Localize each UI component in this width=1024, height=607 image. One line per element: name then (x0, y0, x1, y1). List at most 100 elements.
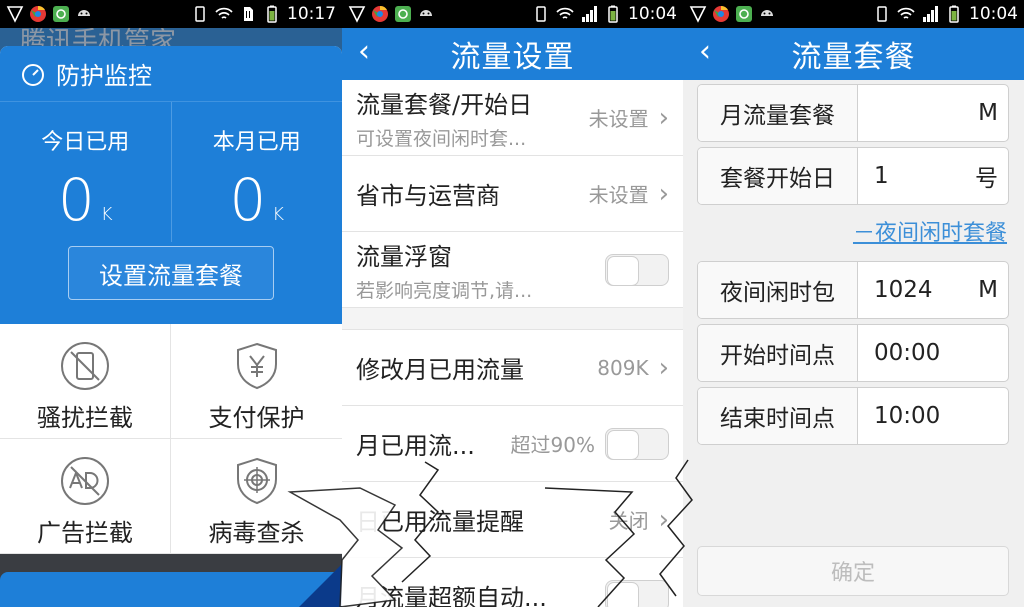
start-time-input[interactable]: 00:00 (874, 340, 998, 366)
yen-shield-icon (236, 342, 277, 390)
signal-icon (582, 6, 597, 22)
row-title: 流量浮窗 (356, 242, 452, 271)
usage-header: 防护监控 今日已用 0K 本月已用 0K 设置流量套餐 (0, 46, 342, 324)
row-floating-window[interactable]: 流量浮窗 若影响亮度调节,请... (342, 232, 683, 308)
row-title: 流量套餐/开始日 (356, 90, 533, 119)
chevron-right-icon: › (658, 178, 669, 209)
chevron-right-icon: › (658, 352, 669, 383)
month-usage-value: 0 (229, 166, 267, 234)
back-chevron-icon[interactable]: ‹ (699, 34, 711, 69)
shield-app-icon (6, 6, 24, 23)
monitor-title-bar[interactable]: 防护监控 (0, 46, 342, 102)
status-bar: 10:04 (683, 0, 1024, 28)
panel-traffic-plan: 10:04 ‹ 流量套餐 月流量套餐 M 套餐开始日 1号 －夜间闲时套餐 夜间… (683, 0, 1024, 607)
title-bar: ‹ 流量设置 (342, 28, 683, 80)
field-night-package[interactable]: 夜间闲时包 1024 M (697, 261, 1009, 319)
row-value: 未设置 (588, 107, 649, 131)
night-package-input[interactable]: 1024 (874, 277, 978, 303)
tile-label: 病毒查杀 (208, 519, 305, 547)
row-value: 809K (597, 355, 649, 380)
chevron-right-icon: › (658, 504, 669, 535)
row-title: 修改月已用流量 (356, 356, 524, 384)
tile-virus-scan[interactable]: 病毒查杀 (171, 439, 342, 554)
row-plan-start-day[interactable]: 流量套餐/开始日 可设置夜间闲时套... 未设置 › (342, 80, 683, 156)
field-label: 开始时间点 (698, 325, 858, 381)
shield-app-icon (348, 6, 366, 23)
section-gap (342, 308, 683, 330)
tile-harassment-block[interactable]: 骚扰拦截 (0, 324, 171, 439)
today-usage-label: 今日已用 (41, 130, 130, 155)
status-time: 10:04 (628, 4, 677, 24)
panel-traffic-settings: 10:04 ‹ 流量设置 流量套餐/开始日 可设置夜间闲时套... 未设置 › … (342, 0, 683, 607)
speedometer-icon (22, 63, 44, 86)
field-unit: M (978, 100, 998, 126)
field-end-time[interactable]: 结束时间点 10:00 (697, 387, 1009, 445)
row-value: 关闭 (608, 509, 649, 533)
panel-protection: 10:17 腾讯手机管家 防护监控 今日已用 0K 本月已用 0 K 设置流量套… (0, 0, 342, 607)
chrome-icon (372, 5, 388, 22)
android-icon (761, 10, 773, 16)
tile-payment-protect[interactable]: 支付保护 (171, 324, 342, 439)
tile-label: 支付保护 (208, 404, 305, 432)
monitor-title: 防护监控 (56, 62, 152, 90)
row-edit-monthly-usage[interactable]: 修改月已用流量 809K › (342, 330, 683, 406)
row-title: 月流量超额自动... (356, 584, 547, 607)
no-sim-icon (244, 7, 253, 21)
status-time: 10:04 (969, 4, 1018, 24)
field-start-time[interactable]: 开始时间点 00:00 (697, 324, 1009, 382)
wifi-icon (897, 7, 915, 19)
row-monthly-alert[interactable]: 月已用流... 超过90% (342, 406, 683, 482)
field-label: 套餐开始日 (698, 148, 858, 204)
today-usage-value: 0 (57, 166, 95, 234)
field-unit: 号 (975, 166, 998, 192)
row-daily-alert[interactable]: 日已用流量提醒 关闭 › (342, 482, 683, 558)
confirm-button[interactable]: 确定 (697, 546, 1009, 596)
row-title: 省市与运营商 (356, 182, 500, 210)
floating-window-toggle[interactable] (605, 253, 669, 286)
row-auto-over-limit[interactable]: 月流量超额自动... (342, 558, 683, 607)
battery-icon (949, 5, 959, 23)
chevron-right-icon: › (658, 102, 669, 133)
row-title: 日已用流量提醒 (356, 508, 524, 536)
month-usage: 本月已用 0K (170, 102, 343, 242)
signal-icon (923, 6, 938, 22)
status-bar: 10:17 (0, 0, 342, 28)
tile-label: 广告拦截 (37, 519, 133, 547)
wifi-icon (215, 7, 233, 19)
chrome-icon (713, 5, 729, 22)
row-subtitle: 可设置夜间闲时套... (356, 127, 527, 150)
tile-ad-block[interactable]: 广告拦截 (0, 439, 171, 554)
phone-block-icon (61, 342, 109, 390)
night-plan-link[interactable]: －夜间闲时套餐 (697, 215, 1009, 247)
month-usage-unit: K (272, 204, 285, 225)
vibrate-icon (195, 6, 205, 22)
field-monthly-plan[interactable]: 月流量套餐 M (697, 84, 1009, 142)
vibrate-icon (877, 6, 887, 22)
today-usage-unit: K (100, 204, 113, 225)
vibrate-icon (536, 6, 546, 22)
field-label: 月流量套餐 (698, 85, 858, 141)
start-day-input[interactable]: 1 (874, 163, 975, 189)
android-icon (420, 10, 432, 16)
field-plan-start-day[interactable]: 套餐开始日 1号 (697, 147, 1009, 205)
row-province-carrier[interactable]: 省市与运营商 未设置 › (342, 156, 683, 232)
auto-over-limit-toggle[interactable] (605, 579, 669, 607)
month-usage-label: 本月已用 (212, 130, 301, 155)
back-chevron-icon[interactable]: ‹ (358, 34, 370, 69)
setup-plan-button[interactable]: 设置流量套餐 (68, 246, 274, 300)
field-label: 结束时间点 (698, 388, 858, 444)
status-time: 10:17 (287, 4, 336, 24)
ad-block-icon (61, 457, 109, 505)
battery-icon (267, 5, 277, 23)
plan-form: 月流量套餐 M 套餐开始日 1号 －夜间闲时套餐 夜间闲时包 1024 M 开始时… (697, 84, 1009, 450)
security-icon (53, 6, 69, 22)
monthly-alert-toggle[interactable] (605, 427, 669, 460)
wifi-icon (556, 7, 574, 19)
tile-label: 骚扰拦截 (37, 404, 133, 432)
protection-monitor-card: 防护监控 今日已用 0K 本月已用 0K 设置流量套餐 骚扰拦截 支付保护 广告… (0, 46, 342, 554)
collage: 10:17 腾讯手机管家 防护监控 今日已用 0K 本月已用 0 K 设置流量套… (0, 0, 1024, 607)
field-label: 夜间闲时包 (698, 262, 858, 318)
page-title: 流量套餐 (791, 40, 916, 75)
end-time-input[interactable]: 10:00 (874, 403, 998, 429)
row-subtitle: 若影响亮度调节,请... (356, 279, 533, 302)
